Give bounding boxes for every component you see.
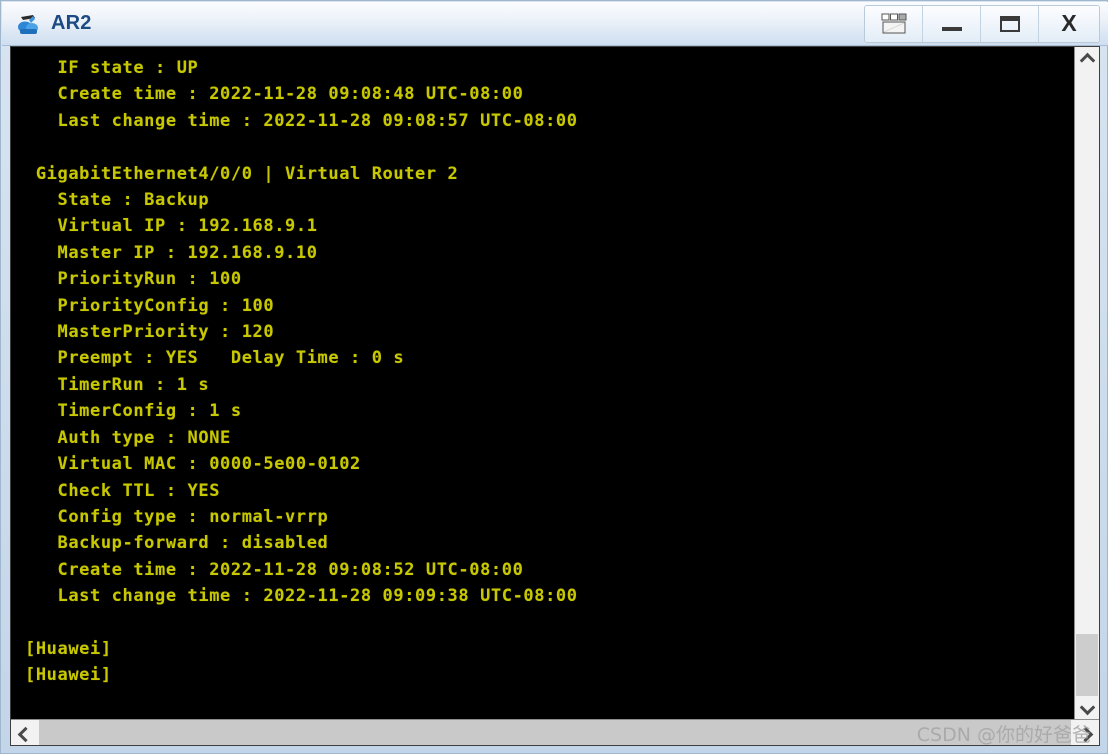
chevron-down-icon [1081,702,1093,714]
chevron-left-icon [19,727,31,739]
minimize-icon [941,26,962,31]
scroll-up-button[interactable] [1075,47,1099,71]
maximize-icon [999,15,1020,32]
vertical-scrollbar[interactable] [1074,47,1099,720]
scroll-down-button[interactable] [1075,696,1099,720]
close-button[interactable]: X [1039,5,1099,42]
scroll-left-button[interactable] [11,720,39,745]
chevron-up-icon [1081,53,1093,65]
cascade-windows-icon [880,13,908,35]
scroll-right-button[interactable] [1071,720,1099,745]
terminal-text: IF state : UP Create time : 2022-11-28 0… [25,58,578,686]
vertical-scroll-thumb[interactable] [1076,634,1098,696]
title-bar: AR2 X [2,2,1108,46]
app-window: AR2 X IF state: UP Create time: 2022-1… [0,0,1108,754]
router-icon [16,11,42,37]
window-controls: X [864,4,1100,43]
title-bar-left: AR2 [2,11,92,37]
terminal-output-area[interactable]: IF state : UP Create time : 2022-11-28 0… [11,47,1074,720]
minimize-button[interactable] [923,5,981,42]
horizontal-scrollbar[interactable] [11,719,1099,745]
close-icon: X [1061,10,1077,36]
window-title: AR2 [51,12,92,34]
cascade-button[interactable] [865,5,923,42]
maximize-button[interactable] [981,5,1039,42]
terminal-window: IF state : UP Create time : 2022-11-28 0… [10,46,1100,746]
horizontal-scroll-track[interactable] [39,720,1071,745]
vertical-scroll-track[interactable] [1075,71,1099,696]
chevron-right-icon [1079,727,1091,739]
